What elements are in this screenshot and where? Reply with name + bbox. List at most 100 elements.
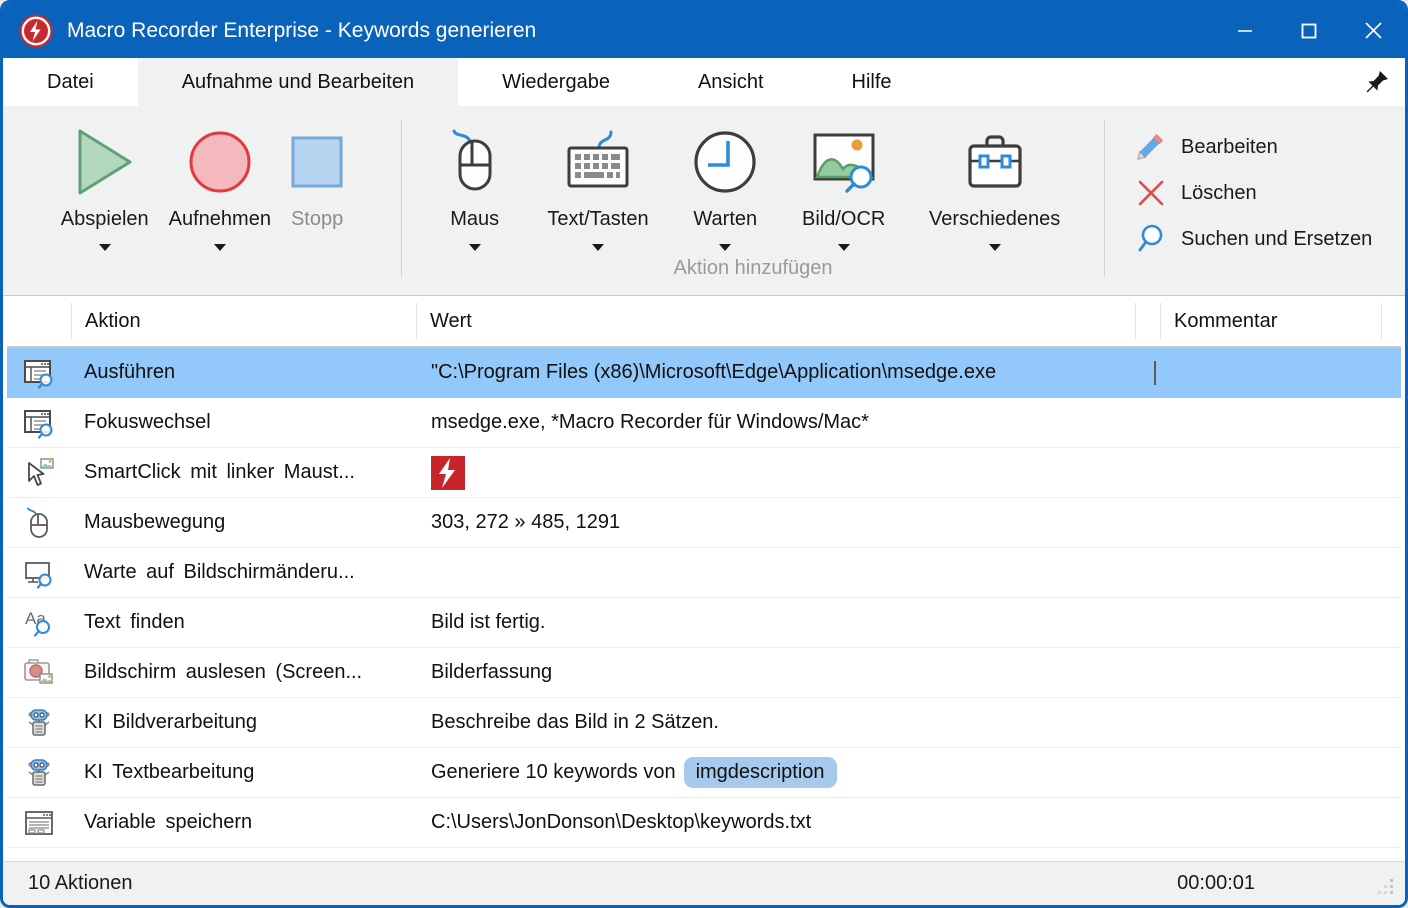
- play-triangle-icon: [74, 118, 136, 206]
- table-row-fokuswechsel[interactable]: Fokuswechsel msedge.exe, *Macro Recorder…: [7, 398, 1401, 448]
- find-text-icon: Aa: [7, 607, 71, 639]
- actions-count: 10 Aktionen: [28, 872, 133, 895]
- image-ocr-icon: [809, 118, 879, 206]
- action-label: KI Textbearbeitung: [71, 761, 416, 784]
- pin-icon[interactable]: [1365, 58, 1405, 106]
- action-list: Aktion Wert Kommentar: [3, 296, 1405, 861]
- edit-action-label: Bearbeiten: [1181, 136, 1278, 159]
- macro-recorder-logo-thumbnail: [431, 456, 465, 490]
- add-mouse-action-button[interactable]: Maus: [446, 106, 504, 251]
- macro-recorder-logo-icon: [18, 13, 54, 49]
- action-label: Mausbewegung: [71, 511, 416, 534]
- table-row-smartclick[interactable]: SmartClick mit linker Maust...: [7, 448, 1401, 498]
- delete-action-button[interactable]: Löschen: [1135, 179, 1405, 207]
- stop-square-icon: [291, 118, 343, 206]
- title-bar: Macro Recorder Enterprise - Keywords gen…: [3, 3, 1405, 58]
- action-label: Fokuswechsel: [71, 411, 416, 434]
- table-row-bildschirm-auslesen[interactable]: Bildschirm auslesen (Screen... Bilderfas…: [7, 648, 1401, 698]
- action-value: Bild ist fertig.: [416, 611, 1135, 634]
- run-program-icon: [7, 357, 71, 389]
- column-header-kommentar[interactable]: Kommentar: [1160, 303, 1381, 339]
- table-row-ausfuehren[interactable]: Ausführen "C:\Program Files (x86)\Micros…: [7, 348, 1401, 398]
- action-label: Warte auf Bildschirmänderu...: [71, 561, 416, 584]
- add-image-ocr-action-button[interactable]: Bild/OCR: [802, 106, 885, 251]
- table-row-text-finden[interactable]: Aa Text finden Bild ist fertig.: [7, 598, 1401, 648]
- dropdown-arrow-icon[interactable]: [99, 244, 111, 251]
- tab-datei[interactable]: Datei: [3, 58, 138, 106]
- edit-action-button[interactable]: Bearbeiten: [1135, 132, 1405, 162]
- tab-ansicht[interactable]: Ansicht: [654, 58, 808, 106]
- column-header-spacer: [1135, 303, 1160, 339]
- record-button[interactable]: Aufnehmen: [169, 106, 271, 295]
- table-row-mausbewegung[interactable]: Mausbewegung 303, 272 » 485, 1291: [7, 498, 1401, 548]
- screen-change-icon: [7, 557, 71, 589]
- action-value: [416, 456, 1135, 490]
- add-action-group: Maus: [402, 106, 1104, 295]
- action-value: msedge.exe, *Macro Recorder für Windows/…: [416, 411, 1135, 434]
- action-value: Beschreibe das Bild in 2 Sätzen.: [416, 711, 1135, 734]
- dropdown-arrow-icon[interactable]: [719, 244, 731, 251]
- smartclick-cursor-icon: [7, 457, 71, 489]
- dropdown-arrow-icon[interactable]: [838, 244, 850, 251]
- clock-icon: [692, 118, 758, 206]
- action-value: C:\Users\JonDonson\Desktop\keywords.txt: [416, 811, 1135, 834]
- red-x-icon: [1135, 179, 1167, 207]
- action-label: SmartClick mit linker Maust...: [71, 461, 416, 484]
- save-variable-icon: [7, 807, 71, 839]
- ai-robot-icon: [7, 757, 71, 789]
- dropdown-arrow-icon[interactable]: [989, 244, 1001, 251]
- action-label: Ausführen: [71, 361, 416, 384]
- close-button[interactable]: [1341, 3, 1405, 58]
- focus-window-icon: [7, 407, 71, 439]
- magnifier-icon: [1135, 224, 1167, 254]
- table-header: Aktion Wert Kommentar: [7, 296, 1401, 348]
- table-row-ki-textbearbeitung[interactable]: KI Textbearbeitung Generiere 10 keywords…: [7, 748, 1401, 798]
- ai-robot-icon: [7, 707, 71, 739]
- add-miscellaneous-action-button[interactable]: Verschiedenes: [929, 106, 1060, 251]
- table-row-ki-bildverarbeitung[interactable]: KI Bildverarbeitung Beschreibe das Bild …: [7, 698, 1401, 748]
- table-row-warte-bildschirm[interactable]: Warte auf Bildschirmänderu...: [7, 548, 1401, 598]
- action-value: 303, 272 » 485, 1291: [416, 511, 1135, 534]
- add-action-caption: Aktion hinzufügen: [402, 257, 1104, 280]
- app-window: Macro Recorder Enterprise - Keywords gen…: [0, 0, 1408, 908]
- mouse-icon: [446, 118, 504, 206]
- play-button[interactable]: Abspielen: [61, 106, 149, 295]
- timer-value: 00:00:01: [1177, 872, 1255, 895]
- table-row-variable-speichern[interactable]: Variable speichern C:\Users\JonDonson\De…: [7, 798, 1401, 848]
- ribbon-toolbar: Abspielen Aufnehmen Stopp: [3, 106, 1405, 296]
- dropdown-arrow-icon[interactable]: [592, 244, 604, 251]
- column-header-gutter: [1381, 303, 1401, 339]
- record-circle-icon: [187, 118, 253, 206]
- dropdown-arrow-icon[interactable]: [469, 244, 481, 251]
- action-value: "C:\Program Files (x86)\Microsoft\Edge\A…: [416, 361, 1135, 384]
- tab-aufnahme-und-bearbeiten[interactable]: Aufnahme und Bearbeiten: [138, 58, 458, 106]
- delete-action-label: Löschen: [1181, 182, 1257, 205]
- minimize-button[interactable]: [1213, 3, 1277, 58]
- text-cursor: [1154, 361, 1156, 385]
- action-value: Generiere 10 keywords von imgdescription: [416, 757, 1135, 788]
- edit-group: Bearbeiten Löschen Suche: [1105, 106, 1405, 295]
- playback-group: Abspielen Aufnehmen Stopp: [3, 106, 401, 295]
- status-bar: 10 Aktionen 00:00:01: [3, 861, 1405, 905]
- window-title: Macro Recorder Enterprise - Keywords gen…: [67, 19, 1213, 43]
- value-text: Generiere 10 keywords von: [431, 761, 676, 784]
- tab-hilfe[interactable]: Hilfe: [808, 58, 936, 106]
- column-header-icon: [7, 303, 71, 339]
- action-label: KI Bildverarbeitung: [71, 711, 416, 734]
- stop-button[interactable]: Stopp: [291, 106, 343, 295]
- action-label: Variable speichern: [71, 811, 416, 834]
- add-text-keys-action-button[interactable]: Text/Tasten: [547, 106, 648, 251]
- action-label: Text finden: [71, 611, 416, 634]
- pencil-icon: [1135, 132, 1167, 162]
- resize-grip[interactable]: [1377, 878, 1395, 896]
- tab-wiedergabe[interactable]: Wiedergabe: [458, 58, 654, 106]
- variable-chip: imgdescription: [684, 757, 837, 788]
- search-replace-button[interactable]: Suchen und Ersetzen: [1135, 224, 1405, 254]
- column-header-aktion[interactable]: Aktion: [71, 303, 416, 339]
- column-header-wert[interactable]: Wert: [416, 303, 1135, 339]
- maximize-button[interactable]: [1277, 3, 1341, 58]
- keyboard-icon: [563, 118, 633, 206]
- dropdown-arrow-icon[interactable]: [214, 244, 226, 251]
- add-wait-action-button[interactable]: Warten: [692, 106, 758, 251]
- search-replace-label: Suchen und Ersetzen: [1181, 228, 1372, 251]
